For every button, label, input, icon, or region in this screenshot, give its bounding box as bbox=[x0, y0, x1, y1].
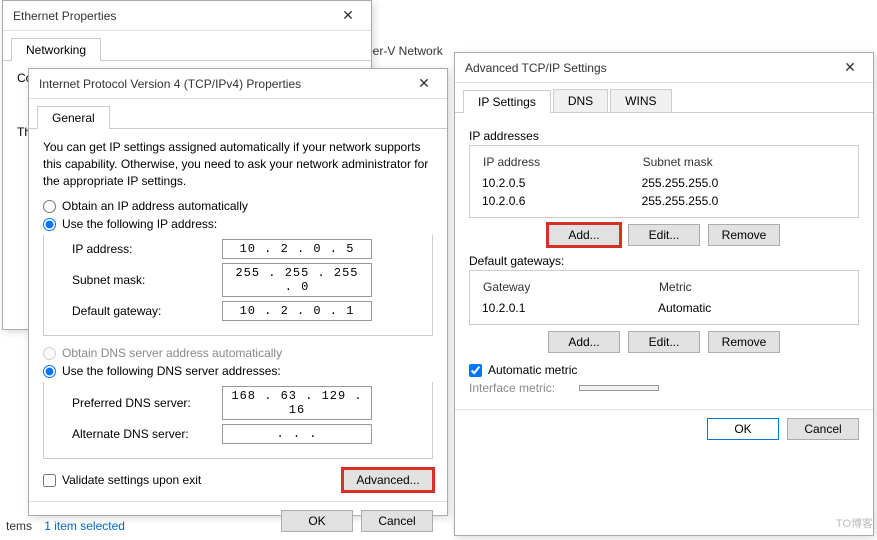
validate-settings-checkbox[interactable]: Validate settings upon exit bbox=[43, 473, 201, 487]
status-selected: 1 item selected bbox=[44, 519, 125, 533]
ok-button[interactable]: OK bbox=[281, 510, 353, 532]
remove-ip-button[interactable]: Remove bbox=[708, 224, 780, 246]
cell-mask: 255.255.255.0 bbox=[642, 175, 846, 191]
advanced-button[interactable]: Advanced... bbox=[343, 469, 433, 491]
default-gateway-label: Default gateway: bbox=[72, 304, 222, 318]
gateways-table: GatewayMetric 10.2.0.1Automatic bbox=[480, 277, 848, 318]
close-icon[interactable]: ✕ bbox=[333, 7, 363, 24]
close-icon[interactable]: ✕ bbox=[835, 59, 865, 76]
ethernet-tabstrip: Networking bbox=[3, 31, 371, 61]
col-metric: Metric bbox=[658, 279, 846, 298]
interface-metric-input bbox=[579, 385, 659, 391]
tab-general[interactable]: General bbox=[37, 106, 110, 129]
automatic-metric-label: Automatic metric bbox=[488, 363, 577, 377]
default-gateways-group-label: Default gateways: bbox=[469, 254, 859, 268]
cancel-button[interactable]: Cancel bbox=[361, 510, 433, 532]
table-row[interactable]: 10.2.0.5255.255.255.0 bbox=[482, 175, 846, 191]
preferred-dns-input[interactable]: 168 . 63 . 129 . 16 bbox=[222, 386, 372, 420]
radio-use-following-ip-label: Use the following IP address: bbox=[62, 217, 217, 231]
col-subnet-mask: Subnet mask bbox=[642, 154, 846, 173]
advanced-titlebar: Advanced TCP/IP Settings ✕ bbox=[455, 53, 873, 83]
preferred-dns-label: Preferred DNS server: bbox=[72, 396, 222, 410]
ip-addresses-table: IP addressSubnet mask 10.2.0.5255.255.25… bbox=[480, 152, 848, 211]
subnet-mask-label: Subnet mask: bbox=[72, 273, 222, 287]
add-gateway-button[interactable]: Add... bbox=[548, 331, 620, 353]
alternate-dns-input[interactable]: . . . bbox=[222, 424, 372, 444]
table-row[interactable]: 10.2.0.1Automatic bbox=[482, 300, 846, 316]
cancel-button[interactable]: Cancel bbox=[787, 418, 859, 440]
remove-gateway-button[interactable]: Remove bbox=[708, 331, 780, 353]
tab-dns[interactable]: DNS bbox=[553, 89, 608, 112]
tab-ip-settings[interactable]: IP Settings bbox=[463, 90, 551, 113]
col-gateway: Gateway bbox=[482, 279, 656, 298]
alternate-dns-label: Alternate DNS server: bbox=[72, 427, 222, 441]
cell-ip: 10.2.0.5 bbox=[482, 175, 640, 191]
cell-mask: 255.255.255.0 bbox=[642, 193, 846, 209]
radio-obtain-dns-auto: Obtain DNS server address automatically bbox=[43, 346, 433, 360]
cell-metric: Automatic bbox=[658, 300, 846, 316]
ipv4-title: Internet Protocol Version 4 (TCP/IPv4) P… bbox=[39, 77, 301, 91]
validate-settings-label: Validate settings upon exit bbox=[62, 473, 201, 487]
ethernet-titlebar: Ethernet Properties ✕ bbox=[3, 1, 371, 31]
radio-obtain-ip-auto[interactable]: Obtain an IP address automatically bbox=[43, 199, 433, 213]
ipv4-body: You can get IP settings assigned automat… bbox=[29, 129, 447, 501]
advanced-tabstrip: IP Settings DNS WINS bbox=[455, 83, 873, 113]
advanced-body: IP addresses IP addressSubnet mask 10.2.… bbox=[455, 113, 873, 409]
ipv4-titlebar: Internet Protocol Version 4 (TCP/IPv4) P… bbox=[29, 69, 447, 99]
radio-obtain-dns-auto-label: Obtain DNS server address automatically bbox=[62, 346, 282, 360]
status-bar: tems 1 item selected bbox=[0, 515, 131, 537]
watermark: TO博客 bbox=[836, 515, 873, 531]
status-items: tems bbox=[6, 519, 32, 533]
ok-button[interactable]: OK bbox=[707, 418, 779, 440]
edit-gateway-button[interactable]: Edit... bbox=[628, 331, 700, 353]
ip-addresses-box: IP addressSubnet mask 10.2.0.5255.255.25… bbox=[469, 145, 859, 218]
interface-metric-label: Interface metric: bbox=[469, 381, 579, 395]
advanced-tcpip-window: Advanced TCP/IP Settings ✕ IP Settings D… bbox=[454, 52, 874, 536]
ip-address-label: IP address: bbox=[72, 242, 222, 256]
tab-wins[interactable]: WINS bbox=[610, 89, 671, 112]
ipv4-description: You can get IP settings assigned automat… bbox=[43, 139, 433, 189]
add-ip-button[interactable]: Add... bbox=[548, 224, 620, 246]
subnet-mask-input[interactable]: 255 . 255 . 255 . 0 bbox=[222, 263, 372, 297]
radio-obtain-ip-auto-label: Obtain an IP address automatically bbox=[62, 199, 248, 213]
radio-use-following-dns[interactable]: Use the following DNS server addresses: bbox=[43, 364, 433, 378]
col-ip-address: IP address bbox=[482, 154, 640, 173]
ethernet-title: Ethernet Properties bbox=[13, 9, 116, 23]
automatic-metric-checkbox[interactable]: Automatic metric bbox=[469, 363, 859, 377]
cell-ip: 10.2.0.6 bbox=[482, 193, 640, 209]
advanced-footer: OK Cancel bbox=[455, 409, 873, 448]
ipv4-properties-window: Internet Protocol Version 4 (TCP/IPv4) P… bbox=[28, 68, 448, 516]
ip-address-input[interactable]: 10 . 2 . 0 . 5 bbox=[222, 239, 372, 259]
edit-ip-button[interactable]: Edit... bbox=[628, 224, 700, 246]
tab-networking[interactable]: Networking bbox=[11, 38, 101, 61]
gateways-box: GatewayMetric 10.2.0.1Automatic bbox=[469, 270, 859, 325]
close-icon[interactable]: ✕ bbox=[409, 75, 439, 92]
radio-use-following-dns-label: Use the following DNS server addresses: bbox=[62, 364, 281, 378]
advanced-title: Advanced TCP/IP Settings bbox=[465, 61, 607, 75]
radio-use-following-ip[interactable]: Use the following IP address: bbox=[43, 217, 433, 231]
cell-gateway: 10.2.0.1 bbox=[482, 300, 656, 316]
ip-addresses-group-label: IP addresses bbox=[469, 129, 859, 143]
table-row[interactable]: 10.2.0.6255.255.255.0 bbox=[482, 193, 846, 209]
background-network-label: yper-V Network bbox=[360, 44, 443, 58]
default-gateway-input[interactable]: 10 . 2 . 0 . 1 bbox=[222, 301, 372, 321]
ipv4-tabstrip: General bbox=[29, 99, 447, 129]
